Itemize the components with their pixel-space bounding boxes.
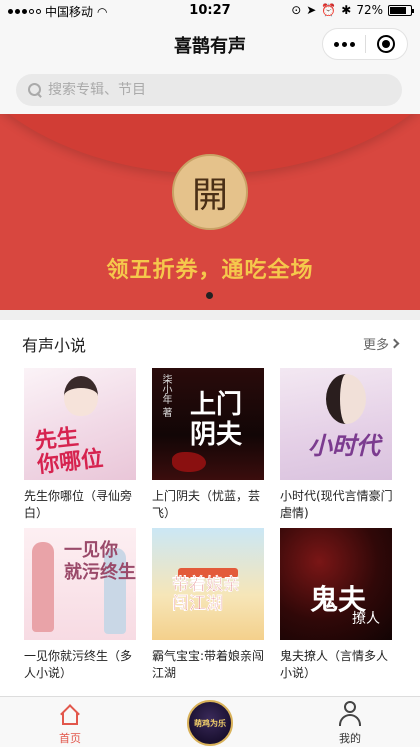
book-title[interactable]: 小时代(现代言情豪门虐情)	[280, 488, 396, 522]
book-card[interactable]: 一见你 就污终生 一见你就污终生（多人小说）	[24, 528, 142, 682]
cover-title: 带着娘亲 闯江湖	[172, 575, 240, 614]
open-seal-icon[interactable]: 開	[172, 154, 248, 230]
battery-percent: 72%	[356, 3, 383, 17]
cover-figure	[326, 374, 366, 424]
section-divider	[0, 310, 420, 320]
bluetooth-icon: ✱	[341, 3, 352, 17]
tab-me[interactable]: 我的	[300, 697, 400, 747]
banner-slogan: 领五折券，通吃全场	[106, 258, 314, 283]
search-input[interactable]	[48, 82, 378, 98]
user-icon	[339, 701, 361, 727]
status-right: ⊙ ➤ ⏰ ✱ 72%	[291, 3, 414, 17]
search-icon	[28, 83, 42, 97]
cover-subtitle: 撩人	[352, 611, 380, 627]
book-card[interactable]: 小时代 小时代(现代言情豪门虐情)	[280, 368, 398, 522]
mini-program-capsule	[322, 28, 408, 60]
book-cover[interactable]: 带着娘亲 闯江湖	[152, 528, 264, 640]
cover-title: 一见你 就污终生	[64, 540, 136, 583]
book-card[interactable]: 先生 你哪位 先生你哪位（寻仙旁白）	[24, 368, 142, 522]
target-icon	[377, 35, 396, 53]
cover-title: 上门 阴夫	[190, 390, 243, 450]
tab-me-label: 我的	[339, 732, 361, 745]
nav-bar: 喜鹊有声	[0, 22, 420, 66]
book-card[interactable]: 柒小年 著 上门 阴夫 上门阴夫（忧蓝，芸飞）	[152, 368, 270, 522]
battery-icon	[388, 4, 414, 16]
promo-banner[interactable]: 開 领五折券，通吃全场	[0, 114, 420, 310]
center-promo-label: 萌鸡为乐	[194, 718, 226, 728]
book-cover[interactable]: 鬼夫 撩人	[280, 528, 392, 640]
cover-figure	[32, 542, 54, 632]
cover-author: 柒小年 著	[160, 374, 171, 418]
center-promo-button[interactable]: 萌鸡为乐	[187, 700, 233, 746]
more-options-button[interactable]	[323, 29, 365, 59]
carousel-dot-active[interactable]	[206, 292, 213, 299]
book-title[interactable]: 上门阴夫（忧蓝，芸飞）	[152, 488, 268, 522]
cover-figure	[64, 376, 98, 416]
home-icon	[59, 703, 81, 725]
book-cover[interactable]: 小时代	[280, 368, 392, 480]
status-bar: 中国移动 ◠ 10:27 ⊙ ➤ ⏰ ✱ 72%	[0, 0, 420, 22]
screen: 中国移动 ◠ 10:27 ⊙ ➤ ⏰ ✱ 72% 喜鹊有声 搜索专辑、节目 開 …	[0, 0, 420, 747]
lock-rotation-icon: ⊙	[291, 3, 302, 17]
more-link[interactable]: 更多	[362, 334, 400, 353]
location-icon: ➤	[306, 3, 317, 17]
book-title[interactable]: 先生你哪位（寻仙旁白）	[24, 488, 140, 522]
cover-title: 先生 你哪位	[33, 423, 105, 479]
book-cover[interactable]: 柒小年 著 上门 阴夫	[152, 368, 264, 480]
book-title[interactable]: 一见你就污终生（多人小说）	[24, 648, 140, 682]
book-cover[interactable]: 先生 你哪位	[24, 368, 136, 480]
chevron-right-icon	[389, 338, 400, 349]
more-label: 更多	[362, 338, 389, 353]
search-bar[interactable]	[16, 74, 402, 106]
book-card[interactable]: 带着娘亲 闯江湖 霸气宝宝:带着娘亲闯江湖	[152, 528, 270, 682]
book-card[interactable]: 鬼夫 撩人 鬼夫撩人（言情多人小说）	[280, 528, 398, 682]
tab-home-label: 首页	[59, 732, 81, 745]
book-title[interactable]: 霸气宝宝:带着娘亲闯江湖	[152, 648, 268, 682]
section-title: 有声小说	[22, 336, 87, 355]
search-area	[0, 66, 420, 114]
section-header: 有声小说 更多	[0, 320, 420, 364]
book-cover[interactable]: 一见你 就污终生	[24, 528, 136, 640]
cover-title: 小时代	[308, 431, 380, 460]
cover-decoration	[172, 452, 206, 472]
tab-home[interactable]: 首页	[20, 697, 120, 747]
book-title[interactable]: 鬼夫撩人（言情多人小说）	[280, 648, 396, 682]
close-program-button[interactable]	[366, 29, 407, 59]
alarm-icon: ⏰	[321, 3, 337, 17]
